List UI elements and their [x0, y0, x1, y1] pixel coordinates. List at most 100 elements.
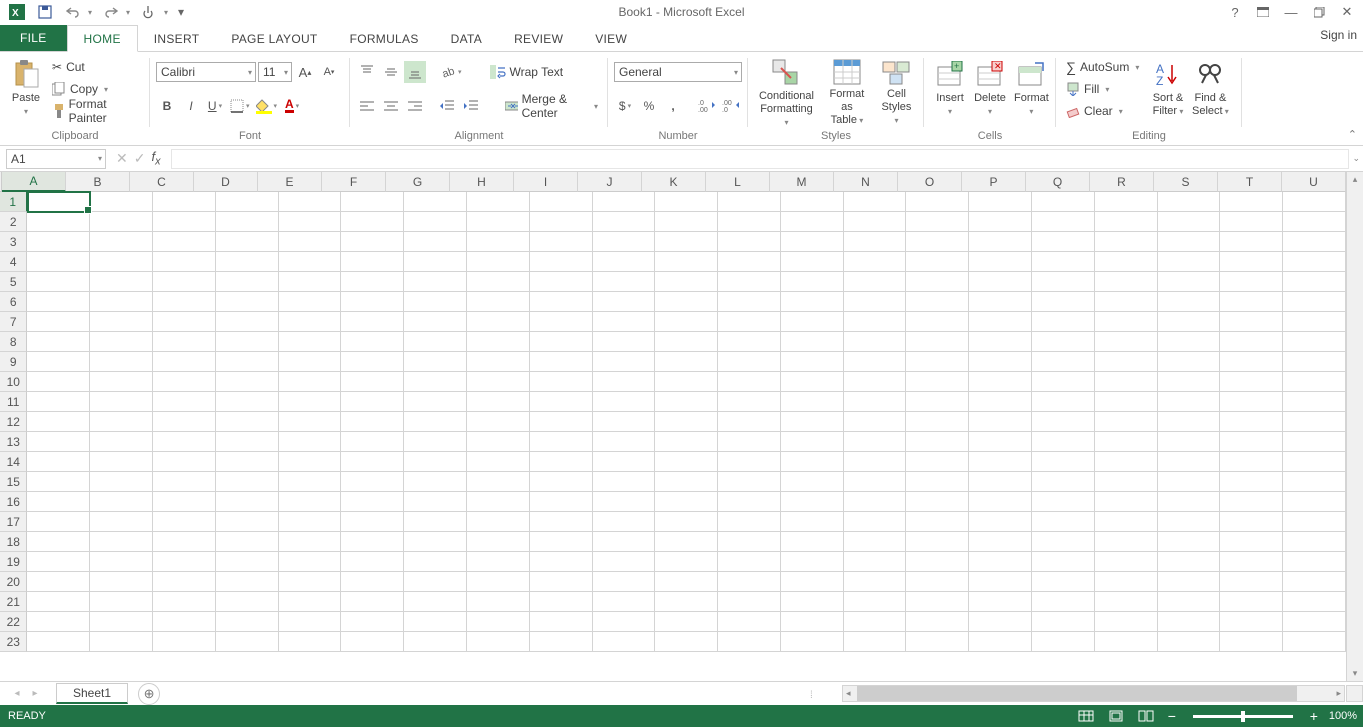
cell[interactable] — [1283, 292, 1346, 312]
column-header[interactable]: S — [1154, 172, 1218, 192]
cell[interactable] — [216, 392, 279, 412]
cell[interactable] — [1095, 592, 1158, 612]
cell[interactable] — [1220, 372, 1283, 392]
cell[interactable] — [1095, 352, 1158, 372]
column-header[interactable]: K — [642, 172, 706, 192]
cell[interactable] — [1220, 292, 1283, 312]
new-sheet-button[interactable]: ⊕ — [138, 683, 160, 705]
cell[interactable] — [1220, 312, 1283, 332]
row-header[interactable]: 12 — [0, 412, 27, 432]
cell[interactable] — [906, 572, 969, 592]
normal-view-button[interactable] — [1075, 707, 1097, 725]
cell[interactable] — [404, 512, 467, 532]
cell[interactable] — [906, 592, 969, 612]
cell[interactable] — [593, 352, 656, 372]
cell[interactable] — [530, 372, 593, 392]
cell[interactable] — [341, 612, 404, 632]
cell[interactable] — [844, 252, 907, 272]
cell[interactable] — [467, 432, 530, 452]
cell[interactable] — [27, 212, 90, 232]
cell[interactable] — [341, 292, 404, 312]
cell[interactable] — [404, 252, 467, 272]
cell[interactable] — [404, 572, 467, 592]
cell[interactable] — [844, 592, 907, 612]
cell[interactable] — [655, 292, 718, 312]
cell[interactable] — [906, 512, 969, 532]
formula-input[interactable]: ⌄ — [171, 149, 1349, 169]
cell[interactable] — [404, 372, 467, 392]
cell[interactable] — [718, 612, 781, 632]
cell[interactable] — [404, 212, 467, 232]
cell[interactable] — [718, 432, 781, 452]
cell[interactable] — [593, 532, 656, 552]
cell[interactable] — [781, 232, 844, 252]
cell[interactable] — [404, 452, 467, 472]
cell[interactable] — [844, 572, 907, 592]
cell[interactable] — [90, 612, 153, 632]
cell[interactable] — [27, 452, 90, 472]
cell[interactable] — [718, 412, 781, 432]
cell[interactable] — [1283, 552, 1346, 572]
cell[interactable] — [90, 392, 153, 412]
cell[interactable] — [90, 632, 153, 652]
column-header[interactable]: A — [2, 172, 66, 192]
cell[interactable] — [530, 412, 593, 432]
cell[interactable] — [969, 272, 1032, 292]
cell[interactable] — [1158, 492, 1221, 512]
cell[interactable] — [1158, 452, 1221, 472]
cell[interactable] — [1095, 452, 1158, 472]
cell[interactable] — [844, 472, 907, 492]
cell[interactable] — [906, 272, 969, 292]
cell[interactable] — [593, 212, 656, 232]
column-header[interactable]: M — [770, 172, 834, 192]
cell[interactable] — [27, 472, 90, 492]
cell[interactable] — [969, 312, 1032, 332]
cell[interactable] — [90, 572, 153, 592]
cell[interactable] — [153, 272, 216, 292]
cell[interactable] — [844, 372, 907, 392]
cell[interactable] — [530, 292, 593, 312]
cell[interactable] — [1095, 312, 1158, 332]
cell[interactable] — [216, 252, 279, 272]
cell[interactable] — [906, 432, 969, 452]
cell[interactable] — [1220, 232, 1283, 252]
cell[interactable] — [27, 232, 90, 252]
merge-center-button[interactable]: Merge & Center▾ — [501, 95, 602, 117]
cell[interactable] — [1032, 352, 1095, 372]
cell[interactable] — [1220, 592, 1283, 612]
cell[interactable] — [1283, 212, 1346, 232]
cell[interactable] — [279, 232, 342, 252]
cell[interactable] — [1158, 392, 1221, 412]
cell[interactable] — [153, 472, 216, 492]
cell[interactable] — [216, 632, 279, 652]
cell[interactable] — [530, 552, 593, 572]
cell[interactable] — [467, 552, 530, 572]
column-header[interactable]: T — [1218, 172, 1282, 192]
cell[interactable] — [1283, 192, 1346, 212]
vertical-scrollbar[interactable]: ▴▾ — [1346, 172, 1363, 681]
cell[interactable] — [216, 452, 279, 472]
cell[interactable] — [27, 612, 90, 632]
cell[interactable] — [1283, 432, 1346, 452]
cell[interactable] — [530, 252, 593, 272]
cell[interactable] — [404, 592, 467, 612]
cell[interactable] — [341, 352, 404, 372]
cell[interactable] — [467, 192, 530, 212]
ribbon-display-options-button[interactable] — [1249, 1, 1277, 23]
cell[interactable] — [27, 252, 90, 272]
align-bottom-button[interactable] — [404, 61, 426, 83]
cell[interactable] — [1032, 452, 1095, 472]
page-break-view-button[interactable] — [1135, 707, 1157, 725]
cell[interactable] — [404, 352, 467, 372]
expand-formula-bar-button[interactable]: ⌄ — [1352, 153, 1360, 164]
cell[interactable] — [530, 612, 593, 632]
conditional-formatting-button[interactable]: Conditional Formatting — [754, 56, 819, 124]
cell[interactable] — [216, 512, 279, 532]
cell[interactable] — [781, 452, 844, 472]
cell[interactable] — [1220, 272, 1283, 292]
cell[interactable] — [1158, 372, 1221, 392]
undo-button[interactable] — [60, 1, 96, 23]
cell[interactable] — [655, 332, 718, 352]
cell[interactable] — [844, 412, 907, 432]
cell[interactable] — [844, 492, 907, 512]
